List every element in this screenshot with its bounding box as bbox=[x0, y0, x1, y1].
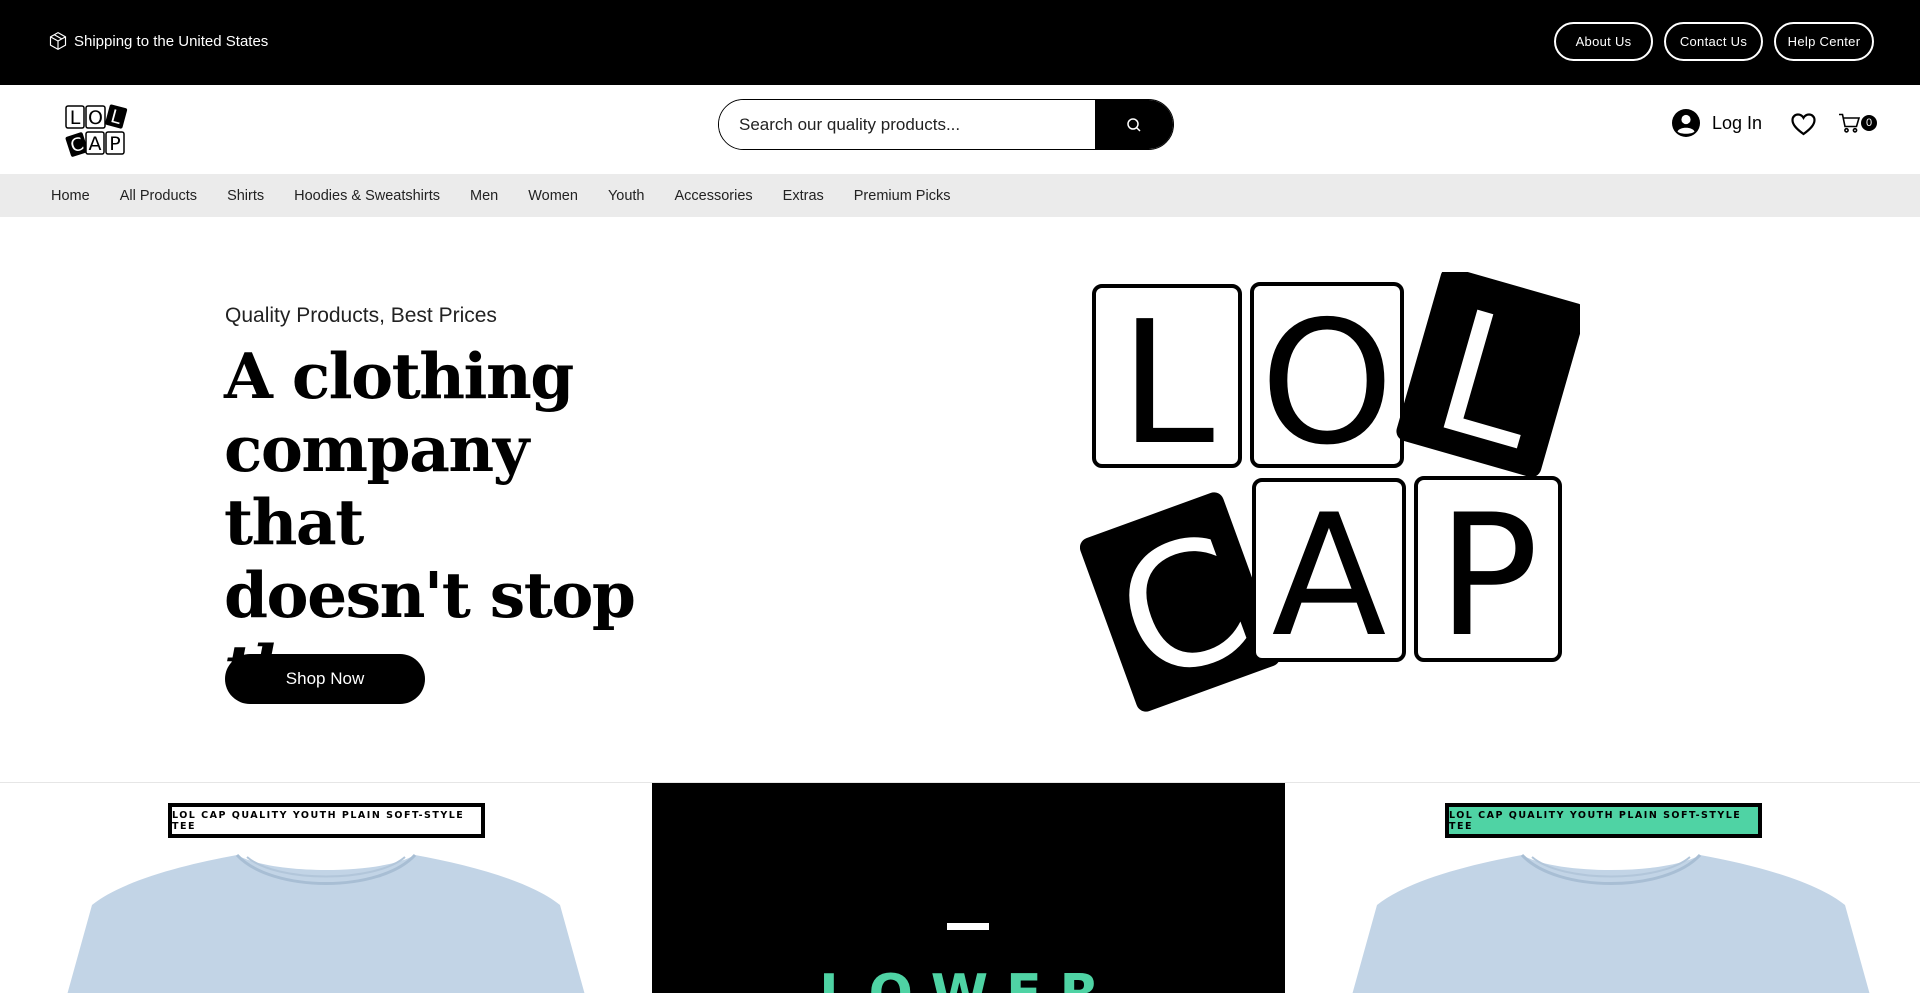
nav-item-men[interactable]: Men bbox=[470, 188, 498, 204]
svg-text:L: L bbox=[1120, 285, 1215, 483]
nav-item-accessories[interactable]: Accessories bbox=[675, 188, 753, 204]
svg-text:A: A bbox=[89, 133, 102, 155]
site-logo[interactable]: L O L C A P bbox=[64, 103, 128, 159]
svg-text:A: A bbox=[1272, 478, 1387, 674]
svg-text:P: P bbox=[1437, 478, 1538, 674]
wishlist-heart-icon[interactable] bbox=[1791, 113, 1816, 136]
main-nav: Home All Products Shirts Hoodies & Sweat… bbox=[0, 174, 1920, 217]
shop-now-button[interactable]: Shop Now bbox=[225, 654, 425, 704]
product-card-left[interactable]: LOL CAP QUALITY YOUTH PLAIN SOFT-STYLE T… bbox=[0, 783, 652, 993]
tshirt-image bbox=[67, 853, 585, 993]
search-input[interactable] bbox=[719, 100, 1095, 149]
cart-count-badge: 0 bbox=[1861, 115, 1877, 131]
nav-item-shirts[interactable]: Shirts bbox=[227, 188, 264, 204]
promo-dash bbox=[947, 923, 989, 930]
hero-title-line-2: company that bbox=[224, 412, 529, 559]
nav-item-home[interactable]: Home bbox=[51, 188, 90, 204]
user-avatar-icon bbox=[1672, 109, 1700, 137]
announcement-bar: Shipping to the United States About Us C… bbox=[0, 0, 1920, 85]
tshirt-image bbox=[1352, 853, 1870, 993]
site-header: L O L C A P Log In bbox=[0, 85, 1920, 174]
nav-item-all-products[interactable]: All Products bbox=[120, 188, 197, 204]
svg-text:O: O bbox=[1260, 285, 1394, 483]
search-icon bbox=[1127, 117, 1141, 132]
nav-item-women[interactable]: Women bbox=[528, 188, 578, 204]
login-label: Log In bbox=[1712, 112, 1763, 133]
hero-title: A clothing company that doesn't stop the… bbox=[224, 340, 684, 705]
hero-logo-image: L O L C A P bbox=[1080, 272, 1580, 720]
nav-item-extras[interactable]: Extras bbox=[783, 188, 824, 204]
svg-text:L: L bbox=[70, 107, 81, 129]
product-tag-label: LOL CAP QUALITY YOUTH PLAIN SOFT-STYLE T… bbox=[1445, 803, 1762, 838]
promo-text: LOWER bbox=[652, 964, 1285, 993]
nav-item-hoodies-sweatshirts[interactable]: Hoodies & Sweatshirts bbox=[294, 188, 440, 204]
help-center-button[interactable]: Help Center bbox=[1774, 22, 1874, 61]
hero-title-line-1: A clothing bbox=[224, 339, 574, 413]
svg-text:O: O bbox=[88, 107, 103, 129]
package-icon bbox=[49, 31, 67, 51]
shipping-notice: Shipping to the United States bbox=[48, 31, 268, 51]
product-card-right[interactable]: LOL CAP QUALITY YOUTH PLAIN SOFT-STYLE T… bbox=[1285, 783, 1920, 993]
hero-title-line-3: doesn't stop bbox=[224, 558, 636, 632]
nav-item-youth[interactable]: Youth bbox=[608, 188, 645, 204]
svg-text:P: P bbox=[109, 133, 120, 155]
search-button[interactable] bbox=[1095, 100, 1173, 149]
about-us-button[interactable]: About Us bbox=[1554, 22, 1653, 61]
search-bar bbox=[718, 99, 1174, 150]
product-tag-label: LOL CAP QUALITY YOUTH PLAIN SOFT-STYLE T… bbox=[168, 803, 485, 838]
shipping-text: Shipping to the United States bbox=[74, 32, 269, 50]
hero-subtitle: Quality Products, Best Prices bbox=[225, 304, 497, 327]
shopping-cart-icon bbox=[1839, 113, 1860, 133]
contact-us-button[interactable]: Contact Us bbox=[1664, 22, 1763, 61]
cart-button[interactable]: 0 bbox=[1838, 113, 1877, 133]
nav-item-premium-picks[interactable]: Premium Picks bbox=[854, 188, 951, 204]
login-button[interactable]: Log In bbox=[1672, 109, 1762, 137]
promo-banner[interactable]: LOWER bbox=[652, 783, 1285, 993]
